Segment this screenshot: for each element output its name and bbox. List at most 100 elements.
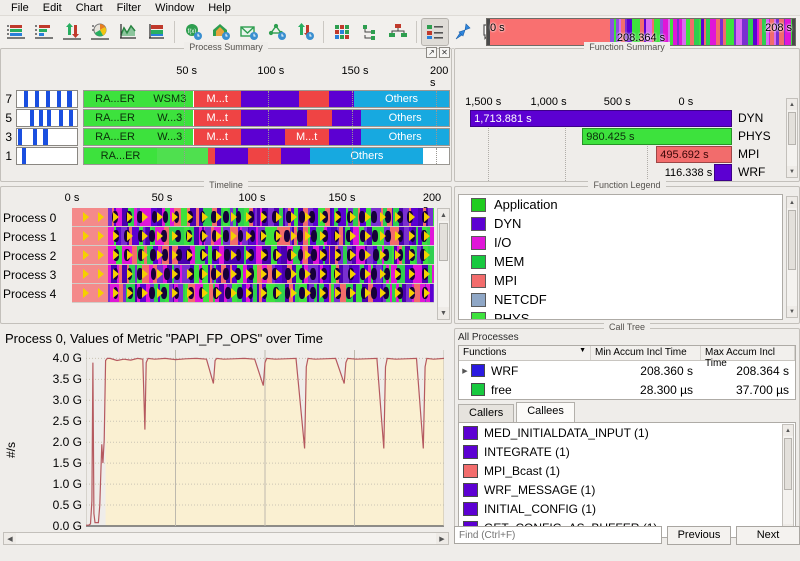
summary-segment[interactable]: M...t: [284, 129, 329, 145]
tab-callees[interactable]: Callees: [516, 402, 575, 422]
menu-item-window[interactable]: Window: [148, 1, 201, 15]
scroll-right-icon[interactable]: ▶: [436, 533, 448, 544]
legend-item[interactable]: PHYS: [459, 309, 782, 319]
find-input[interactable]: [454, 526, 662, 544]
timeline-row[interactable]: Process 3: [3, 265, 434, 284]
menu-item-help[interactable]: Help: [201, 1, 238, 15]
scroll-up-icon[interactable]: ▲: [783, 425, 793, 436]
summary-segment[interactable]: [240, 110, 307, 126]
callees-scrollbar[interactable]: ▲ ▼: [782, 424, 794, 536]
callee-item[interactable]: INTEGRATE (1): [459, 442, 795, 461]
legend-item[interactable]: MPI: [459, 271, 782, 290]
timeline-row[interactable]: Process 2: [3, 246, 434, 265]
process-summary-row[interactable]: 5 RA...ER W...3 M...t Others: [2, 109, 450, 127]
function-group-row[interactable]: 495.692 s MPI: [457, 146, 784, 163]
call-tree-row[interactable]: free 28.300 µs 37.700 µs: [459, 380, 795, 399]
function-summary-scrollbar[interactable]: ▲ ▼: [786, 98, 798, 178]
scroll-down-icon[interactable]: ▼: [787, 166, 797, 177]
function-group-bar[interactable]: 1,713.881 s: [470, 110, 732, 127]
summary-segment[interactable]: [240, 129, 285, 145]
function-group-bar[interactable]: 980.425 s: [582, 128, 732, 145]
menu-item-file[interactable]: File: [4, 1, 36, 15]
callee-item[interactable]: MPI_Bcast (1): [459, 461, 795, 480]
scroll-down-icon[interactable]: ▼: [438, 307, 449, 319]
timeline-track[interactable]: [72, 227, 434, 246]
process-group-bar[interactable]: RA...ER W...3 M...t Others: [83, 109, 450, 127]
metric-chart-plot[interactable]: 0.0 G 0.5 G 1.0 G 1.5 G 2.0 G 2.5 G 3.0 G 3.5 G…: [53, 350, 445, 533]
close-icon[interactable]: ✕: [439, 47, 450, 58]
menu-item-chart[interactable]: Chart: [69, 1, 110, 15]
process-summary-row[interactable]: 7 RA...ER WSM3 M...t Others: [2, 90, 450, 108]
metric-chart-hscrollbar[interactable]: ◀ ▶: [3, 532, 449, 545]
scroll-left-icon[interactable]: ◀: [4, 533, 16, 544]
summary-segment[interactable]: RA...ER: [84, 148, 157, 164]
timeline-row[interactable]: Process 1: [3, 227, 434, 246]
scrollbar-thumb[interactable]: [788, 210, 796, 270]
previous-button[interactable]: Previous: [667, 525, 731, 545]
callee-item[interactable]: WRF_MESSAGE (1): [459, 480, 795, 499]
call-tree-column-header[interactable]: Functions ▼: [459, 346, 591, 360]
scroll-up-icon[interactable]: ▲: [787, 99, 797, 110]
summary-segment[interactable]: [240, 91, 300, 107]
summary-segment[interactable]: Others: [310, 148, 424, 164]
process-group-bar[interactable]: RA...ER W...3 M...t M...t Others: [83, 128, 450, 146]
summary-segment[interactable]: M...t: [193, 110, 241, 126]
menu-item-filter[interactable]: Filter: [110, 1, 148, 15]
scroll-up-icon[interactable]: ▲: [787, 197, 797, 208]
summary-segment[interactable]: W...3: [146, 129, 194, 145]
timeline-row[interactable]: Process 4: [3, 284, 434, 303]
scroll-up-icon[interactable]: ▲: [438, 209, 449, 221]
summary-segment[interactable]: M...t: [193, 129, 241, 145]
callee-item[interactable]: INITIAL_CONFIG (1): [459, 499, 795, 518]
callee-item[interactable]: MED_INITIALDATA_INPUT (1): [459, 423, 795, 442]
legend-item[interactable]: MEM: [459, 252, 782, 271]
call-tree-table[interactable]: Functions ▼ Min Accum Incl Time Max Accum …: [458, 345, 796, 400]
function-group-bar[interactable]: 495.692 s: [656, 146, 732, 163]
timeline-track[interactable]: [72, 208, 434, 227]
timeline-track[interactable]: [72, 265, 434, 284]
function-group-row[interactable]: 116.338 s WRF: [457, 164, 784, 181]
timeline-track[interactable]: [72, 246, 434, 265]
function-group-row[interactable]: 1,713.881 s DYN: [457, 110, 784, 127]
process-summary-row[interactable]: 3 RA...ER W...3 M...t M...t Others: [2, 128, 450, 146]
summary-segment[interactable]: W...3: [146, 110, 194, 126]
scroll-down-icon[interactable]: ▼: [787, 306, 797, 317]
call-tree-row[interactable]: ▶ WRF 208.360 s 208.364 s: [459, 361, 795, 380]
function-legend-scrollbar[interactable]: ▲ ▼: [786, 196, 798, 318]
summary-segment[interactable]: [208, 148, 216, 164]
summary-segment[interactable]: [248, 148, 282, 164]
menu-item-edit[interactable]: Edit: [36, 1, 69, 15]
summary-segment[interactable]: [306, 110, 333, 126]
process-group-bar[interactable]: RA...ER Others: [83, 147, 450, 165]
call-tree-column-header[interactable]: Max Accum Incl Time: [701, 346, 795, 369]
legend-item[interactable]: DYN: [459, 214, 782, 233]
next-button[interactable]: Next: [736, 525, 800, 545]
summary-segment[interactable]: [157, 148, 209, 164]
scrollbar-thumb[interactable]: [788, 112, 796, 145]
scrollbar-thumb[interactable]: [439, 223, 448, 261]
scrollbar-thumb[interactable]: [784, 438, 792, 490]
call-tree-column-header[interactable]: Min Accum Incl Time: [591, 346, 701, 360]
process-group-bar[interactable]: RA...ER WSM3 M...t Others: [83, 90, 450, 108]
timeline-track[interactable]: [72, 284, 434, 303]
summary-segment[interactable]: Others: [354, 91, 449, 107]
callees-list[interactable]: MED_INITIALDATA_INPUT (1) INTEGRATE (1) MP…: [458, 422, 796, 538]
timeline-scrollbar[interactable]: ▲ ▼: [437, 208, 450, 320]
function-group-bar[interactable]: 116.338 s: [665, 164, 732, 181]
summary-segment[interactable]: [215, 148, 249, 164]
summary-segment[interactable]: WSM3: [146, 91, 194, 107]
legend-item[interactable]: NETCDF: [459, 290, 782, 309]
expand-arrow-icon[interactable]: ▶: [459, 367, 471, 375]
summary-segment[interactable]: RA...ER: [84, 91, 147, 107]
summary-segment[interactable]: RA...ER: [84, 110, 147, 126]
timeline-row[interactable]: Process 0: [3, 208, 434, 227]
tab-callers[interactable]: Callers: [458, 404, 515, 424]
summary-segment[interactable]: [281, 148, 311, 164]
legend-item[interactable]: Application: [459, 195, 782, 214]
function-group-row[interactable]: 980.425 s PHYS: [457, 128, 784, 145]
summary-segment[interactable]: M...t: [193, 91, 241, 107]
detach-icon[interactable]: ↗: [426, 47, 437, 58]
summary-segment[interactable]: RA...ER: [84, 129, 147, 145]
process-summary-row[interactable]: 1 RA...ER Others: [2, 147, 450, 165]
legend-item[interactable]: I/O: [459, 233, 782, 252]
